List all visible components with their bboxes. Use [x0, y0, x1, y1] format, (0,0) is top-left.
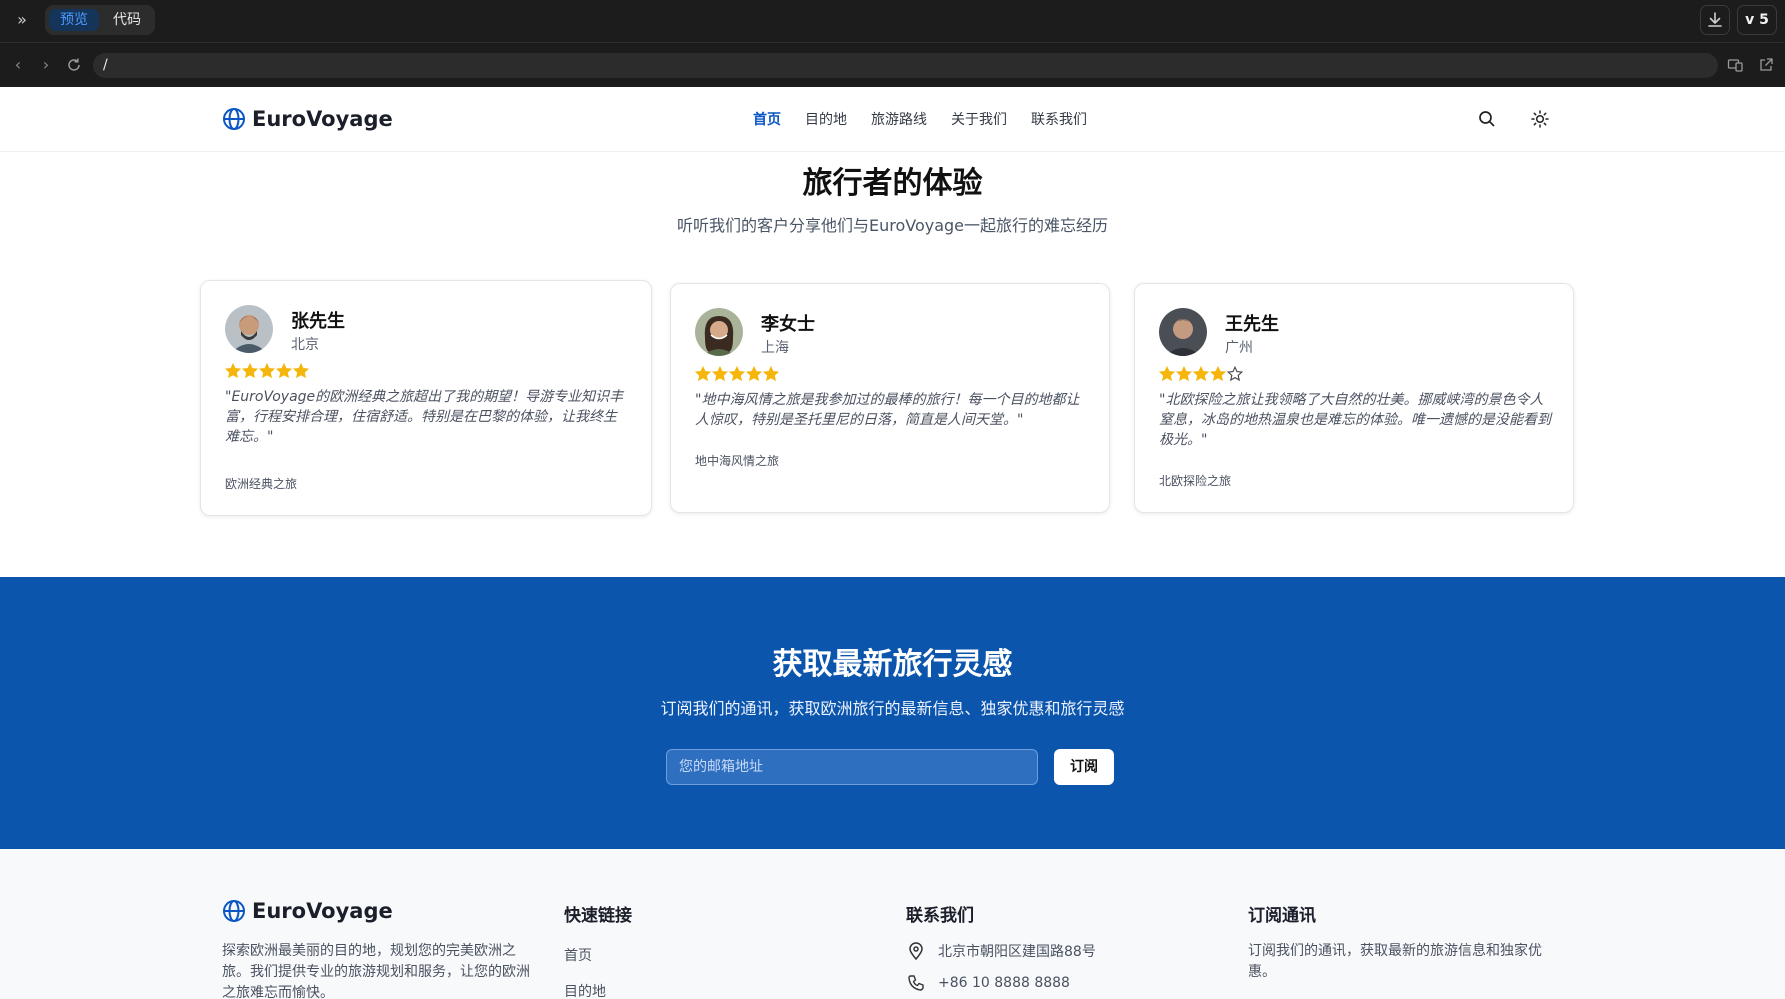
download-icon: [1708, 12, 1722, 27]
url-input[interactable]: /: [93, 53, 1718, 78]
phone-text: +86 10 8888 8888: [938, 975, 1070, 991]
newsletter-title: 获取最新旅行灵感: [772, 647, 1013, 682]
star-rating: [695, 366, 779, 382]
globe-icon: [223, 900, 245, 922]
reload-icon[interactable]: [64, 55, 84, 75]
star-filled-icon: [1210, 366, 1226, 382]
tab-preview[interactable]: 预览: [49, 9, 99, 31]
main-nav: 首页 目的地 旅游路线 关于我们 联系我们: [753, 109, 1087, 129]
footer-logo[interactable]: EuroVoyage: [222, 899, 393, 923]
star-filled-icon: [1176, 366, 1192, 382]
subscribe-button[interactable]: 订阅: [1054, 749, 1114, 785]
star-filled-icon: [276, 363, 292, 379]
footer-description: 探索欧洲最美丽的目的地，规划您的完美欧洲之旅。我们提供专业的旅游规划和服务，让您…: [222, 943, 530, 999]
nav-routes[interactable]: 旅游路线: [871, 109, 927, 129]
app-toolbar: » 预览 代码 v 5: [0, 0, 1785, 43]
newsletter-subtitle: 订阅我们的通讯，获取欧洲旅行的最新信息、独家优惠和旅行灵感: [660, 699, 1125, 718]
contact-address: 北京市朝阳区建国路88号: [906, 941, 1096, 961]
avatar: [1159, 308, 1207, 356]
customer-name: 王先生: [1225, 314, 1279, 335]
star-filled-icon: [746, 366, 762, 382]
customer-name: 张先生: [291, 311, 345, 332]
map-pin-icon: [909, 942, 923, 961]
expand-sidebar-icon[interactable]: »: [12, 10, 32, 30]
testimonial-card: 王先生 广州 "北欧探险之旅让我领略了大自然的壮美。挪威峡湾的景色令人窒息，冰岛…: [1134, 283, 1574, 513]
phone-icon: [908, 975, 924, 991]
customer-name: 李女士: [761, 314, 815, 335]
avatar: [695, 308, 743, 356]
view-mode-toggle: 预览 代码: [45, 5, 155, 35]
responsive-view-icon[interactable]: [1726, 55, 1746, 75]
star-filled-icon: [729, 366, 745, 382]
contact-phone: +86 10 8888 8888: [906, 973, 1070, 993]
site-header: EuroVoyage 首页 目的地 旅游路线 关于我们 联系我们: [0, 87, 1785, 152]
testimonials-subtitle: 听听我们的客户分享他们与EuroVoyage一起旅行的难忘经历: [676, 216, 1109, 235]
testimonial-card: 李女士 上海 "地中海风情之旅是我参加过的最棒的旅行！每一个目的地都让人惊叹，特…: [670, 283, 1110, 513]
newsletter-footer-heading: 订阅通讯: [1248, 906, 1316, 926]
star-filled-icon: [242, 363, 258, 379]
nav-about[interactable]: 关于我们: [951, 109, 1007, 129]
footer-link-destinations[interactable]: 目的地: [564, 981, 606, 999]
email-input[interactable]: 您的邮箱地址: [666, 749, 1038, 785]
footer-link-home[interactable]: 首页: [564, 945, 592, 965]
star-filled-icon: [225, 363, 241, 379]
globe-icon: [223, 108, 245, 130]
site-footer: EuroVoyage 探索欧洲最美丽的目的地，规划您的完美欧洲之旅。我们提供专业…: [0, 849, 1785, 999]
star-filled-icon: [1159, 366, 1175, 382]
review-text: "EuroVoyage的欧洲经典之旅超出了我的期望！导游专业知识丰富，行程安排合…: [225, 389, 624, 445]
star-empty-icon: [1227, 366, 1243, 382]
review-text: "北欧探险之旅让我领略了大自然的壮美。挪威峡湾的景色令人窒息，冰岛的地热温泉也是…: [1159, 392, 1551, 448]
newsletter-section: 获取最新旅行灵感 订阅我们的通讯，获取欧洲旅行的最新信息、独家优惠和旅行灵感 您…: [0, 577, 1785, 849]
version-button[interactable]: v 5: [1737, 5, 1777, 35]
star-filled-icon: [293, 363, 309, 379]
brand-name: EuroVoyage: [252, 107, 393, 131]
address-bar-row: ‹ › /: [0, 43, 1785, 87]
newsletter-footer-desc: 订阅我们的通讯，获取最新的旅游信息和独家优惠。: [1248, 943, 1542, 980]
forward-icon[interactable]: ›: [36, 55, 56, 75]
quick-links-heading: 快速链接: [564, 906, 632, 926]
star-filled-icon: [1193, 366, 1209, 382]
star-rating: [1159, 366, 1243, 382]
download-button[interactable]: [1700, 5, 1730, 35]
address-text: 北京市朝阳区建国路88号: [938, 944, 1096, 960]
contact-heading: 联系我们: [906, 906, 974, 926]
tab-code[interactable]: 代码: [103, 9, 151, 31]
trip-name: 地中海风情之旅: [695, 454, 780, 468]
testimonials-title: 旅行者的体验: [802, 166, 983, 201]
star-filled-icon: [259, 363, 275, 379]
customer-city: 广州: [1225, 340, 1253, 356]
search-icon[interactable]: [1477, 109, 1497, 129]
nav-destinations[interactable]: 目的地: [805, 109, 847, 129]
footer-brand-name: EuroVoyage: [252, 899, 393, 923]
testimonial-card: 张先生 北京 "EuroVoyage的欧洲经典之旅超出了我的期望！导游专业知识丰…: [200, 280, 652, 516]
open-external-icon[interactable]: [1756, 55, 1776, 75]
avatar: [225, 305, 273, 353]
star-filled-icon: [712, 366, 728, 382]
customer-city: 北京: [291, 337, 319, 353]
review-text: "地中海风情之旅是我参加过的最棒的旅行！每一个目的地都让人惊叹，特别是圣托里尼的…: [695, 392, 1080, 428]
trip-name: 北欧探险之旅: [1159, 474, 1232, 488]
back-icon[interactable]: ‹: [8, 55, 28, 75]
nav-home[interactable]: 首页: [753, 109, 781, 129]
star-filled-icon: [695, 366, 711, 382]
customer-city: 上海: [761, 340, 789, 356]
site-logo[interactable]: EuroVoyage: [222, 106, 393, 132]
star-rating: [225, 363, 309, 379]
theme-toggle-sun-icon[interactable]: [1530, 109, 1550, 129]
trip-name: 欧洲经典之旅: [225, 477, 298, 491]
nav-contact[interactable]: 联系我们: [1031, 109, 1087, 129]
star-filled-icon: [763, 366, 779, 382]
